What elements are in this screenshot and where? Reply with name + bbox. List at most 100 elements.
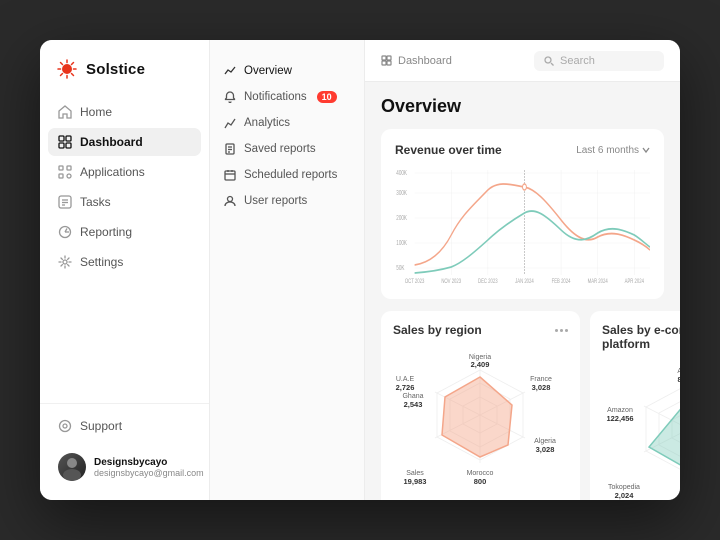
analytics-icon [224,117,236,129]
user-email: designsbycayo@gmail.com [94,468,204,478]
user-info: Designsbycayo designsbycayo@gmail.com [48,446,201,488]
overview-icon [224,65,236,77]
svg-text:Alibaba: Alibaba [677,368,680,375]
sidebar-item-label: Applications [80,165,145,179]
home-icon [58,105,72,119]
search-placeholder: Search [560,55,595,67]
sub-nav-user-reports[interactable]: User reports [210,188,364,214]
sub-nav-overview[interactable]: Overview [210,58,364,84]
sales-region-header: Sales by region [393,323,568,337]
svg-text:U.A.E: U.A.E [396,376,415,383]
svg-text:APR 2024: APR 2024 [625,278,644,285]
revenue-card-header: Revenue over time Last 6 months [395,143,650,157]
breadcrumb-icon [381,55,392,66]
search-bar[interactable]: Search [534,51,664,71]
sub-nav-analytics[interactable]: Analytics [210,110,364,136]
reporting-icon [58,225,72,239]
app-window: Solstice Home Dashboard [40,40,680,500]
sub-nav-label: Overview [244,65,292,77]
sales-ecommerce-card: Sales by e-commerce platform [590,311,680,500]
sub-nav-notifications[interactable]: Notifications 10 [210,84,364,110]
sidebar-item-label: Dashboard [80,135,143,149]
sub-nav-label: Notifications [244,91,307,103]
svg-text:2,024: 2,024 [615,491,635,500]
svg-text:50K: 50K [396,265,404,272]
svg-text:2,409: 2,409 [471,360,490,369]
svg-text:DEC 2023: DEC 2023 [478,278,498,285]
avatar-initials [58,453,86,481]
scheduled-reports-icon [224,169,236,181]
sidebar-nav: Home Dashboard App [40,98,209,403]
svg-text:400K: 400K [396,170,407,177]
sales-region-chart: Nigeria 2,409 France 3,028 Algeria 3,028… [393,345,568,485]
sub-nav-label: Analytics [244,117,290,129]
saved-reports-icon [224,143,236,155]
ecommerce-radar-svg: Alibaba 80,000 Dubizzle 800,000 Dubizzle… [602,357,680,501]
svg-text:Sales: Sales [406,470,424,477]
notification-badge: 10 [317,91,337,103]
sidebar: Solstice Home Dashboard [40,40,210,500]
bottom-cards-row: Sales by region [381,311,664,500]
dashboard-icon [58,135,72,149]
svg-text:300K: 300K [396,190,407,197]
sidebar-item-tasks[interactable]: Tasks [48,188,201,216]
sidebar-item-label: Reporting [80,225,132,239]
sub-nav-label: Saved reports [244,143,316,155]
filter-label: Last 6 months [576,145,639,156]
sidebar-item-applications[interactable]: Applications [48,158,201,186]
svg-text:2,543: 2,543 [404,400,423,409]
svg-text:MAR 2024: MAR 2024 [588,278,608,285]
region-radar-svg: Nigeria 2,409 France 3,028 Algeria 3,028… [393,343,568,488]
svg-text:FEB 2024: FEB 2024 [552,278,571,285]
logo-area: Solstice [40,58,209,98]
support-label: Support [80,419,122,433]
content: Overview Revenue over time Last 6 months [365,82,680,500]
page-title: Overview [381,96,664,117]
svg-text:JAN 2024: JAN 2024 [515,278,534,285]
revenue-chart-svg: 400K 300K 200K 100K 50K [395,165,650,285]
notifications-icon [224,91,236,103]
revenue-chart-area: 400K 300K 200K 100K 50K [395,165,650,285]
svg-text:NOV 2023: NOV 2023 [441,278,461,285]
svg-text:Morocco: Morocco [467,470,494,477]
sidebar-item-dashboard[interactable]: Dashboard [48,128,201,156]
svg-text:Tokopedia: Tokopedia [608,484,640,491]
svg-text:200K: 200K [396,215,407,222]
revenue-chart-card: Revenue over time Last 6 months 400K [381,129,664,299]
sidebar-item-settings[interactable]: Settings [48,248,201,276]
revenue-filter[interactable]: Last 6 months [576,145,650,156]
sidebar-item-support[interactable]: Support [48,412,201,440]
avatar [58,453,86,481]
applications-icon [58,165,72,179]
settings-icon [58,255,72,269]
main-area: Dashboard Search Overview Revenue over t… [365,40,680,500]
svg-text:Amazon: Amazon [607,407,633,414]
svg-text:80,000: 80,000 [678,375,680,384]
tasks-icon [58,195,72,209]
user-text: Designsbycayo designsbycayo@gmail.com [94,457,204,478]
sales-ecommerce-header: Sales by e-commerce platform [602,323,680,351]
svg-text:France: France [530,376,552,383]
top-bar: Dashboard Search [365,40,680,82]
svg-text:Ghana: Ghana [402,393,423,400]
svg-text:19,983: 19,983 [404,477,427,486]
breadcrumb: Dashboard [381,55,452,67]
support-icon [58,419,72,433]
sidebar-item-label: Settings [80,255,123,269]
sub-nav-saved-reports[interactable]: Saved reports [210,136,364,162]
sidebar-item-home[interactable]: Home [48,98,201,126]
svg-text:100K: 100K [396,240,407,247]
search-icon [544,56,554,66]
sidebar-item-label: Home [80,105,112,119]
svg-text:2,726: 2,726 [396,383,415,392]
sidebar-item-reporting[interactable]: Reporting [48,218,201,246]
sub-nav: Overview Notifications 10 Analytics [210,40,365,500]
sales-ecommerce-chart: Alibaba 80,000 Dubizzle 800,000 Dubizzle… [602,359,680,499]
sidebar-item-label: Tasks [80,195,111,209]
svg-text:Algeria: Algeria [534,438,556,445]
sub-nav-label: User reports [244,195,307,207]
sub-nav-scheduled-reports[interactable]: Scheduled reports [210,162,364,188]
app-title: Solstice [86,61,145,78]
sales-region-title: Sales by region [393,323,482,337]
sales-region-menu[interactable] [555,329,568,332]
